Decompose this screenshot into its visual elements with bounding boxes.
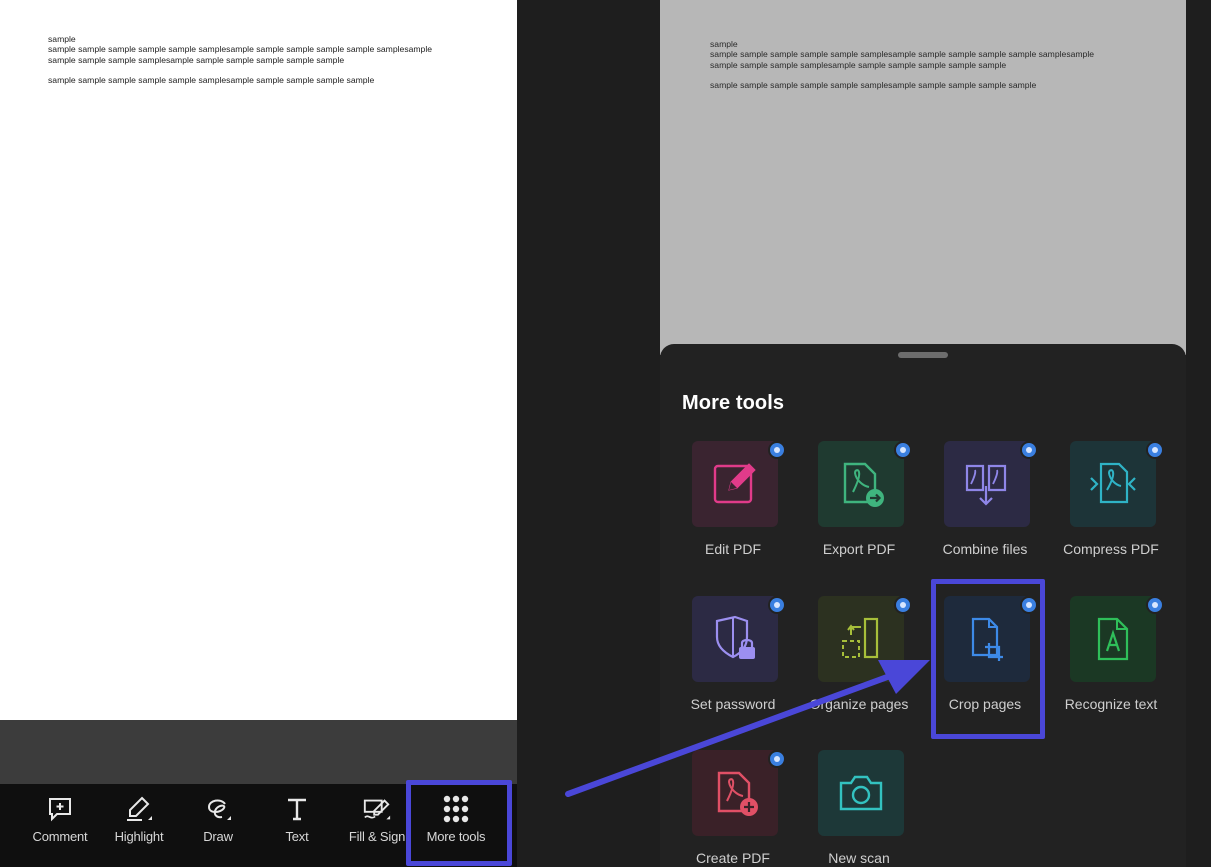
more-tools-highlight	[406, 780, 512, 866]
tool-label: Text	[285, 829, 309, 844]
document-page: sample sample sample sample sample sampl…	[0, 0, 517, 720]
premium-badge	[894, 596, 912, 614]
combine-files-icon	[944, 441, 1030, 527]
comment-tool-button[interactable]: Comment	[20, 784, 100, 867]
document-page-preview: sample sample sample sample sample sampl…	[660, 0, 1186, 355]
premium-badge	[1146, 441, 1164, 459]
page-margin-area	[0, 720, 517, 784]
app-root: sample sample sample sample sample sampl…	[0, 0, 1211, 867]
tool-label: Draw	[203, 829, 233, 844]
left-document-pane: sample sample sample sample sample sampl…	[0, 0, 517, 867]
sheet-drag-handle[interactable]	[898, 352, 948, 358]
export-pdf-icon	[818, 441, 904, 527]
document-line: sample sample sample sample sample sampl…	[48, 75, 375, 86]
tool-name: Compress PDF	[1063, 541, 1159, 557]
highlighter-icon	[124, 794, 154, 824]
premium-badge	[1020, 441, 1038, 459]
document-line: sample	[710, 39, 738, 49]
document-line: sample sample sample sample sample sampl…	[710, 80, 1037, 91]
highlight-tool-button[interactable]: Highlight	[99, 784, 179, 867]
text-tool-button[interactable]: Text	[257, 784, 337, 867]
document-text: sample sample sample sample sample sampl…	[48, 34, 453, 86]
document-line: sample	[48, 34, 76, 44]
organize-pages-icon	[818, 596, 904, 682]
sheet-title: More tools	[682, 392, 785, 414]
set-password-icon	[692, 596, 778, 682]
premium-badge	[768, 596, 786, 614]
tool-label: Fill & Sign	[348, 829, 406, 844]
edit-pdf-icon	[692, 441, 778, 527]
premium-badge	[894, 441, 912, 459]
text-T-icon	[282, 794, 312, 824]
tool-label: Highlight	[114, 829, 164, 844]
tool-name: Recognize text	[1064, 696, 1158, 712]
compress-pdf-icon	[1070, 441, 1156, 527]
draw-loop-icon	[203, 794, 233, 824]
document-line: sample sample sample sample sample sampl…	[710, 49, 1095, 70]
draw-tool-button[interactable]: Draw	[178, 784, 258, 867]
crop-pages-highlight	[931, 579, 1045, 739]
tool-label: Comment	[32, 829, 88, 844]
comment-plus-icon	[45, 794, 75, 824]
more-tools-sheet: More tools Edit PDF Export PDF Combine f…	[660, 344, 1186, 867]
recognize-text-icon	[1070, 596, 1156, 682]
fill-sign-icon	[362, 794, 392, 824]
premium-badge	[768, 750, 786, 768]
fill-sign-tool-button[interactable]: Fill & Sign	[337, 784, 417, 867]
document-line: sample sample sample sample sample sampl…	[48, 44, 433, 65]
document-text: sample sample sample sample sample sampl…	[710, 39, 1120, 91]
camera-icon	[818, 750, 904, 836]
premium-badge	[1146, 596, 1164, 614]
tool-name: New scan	[828, 850, 890, 866]
premium-badge	[768, 441, 786, 459]
create-pdf-icon	[692, 750, 778, 836]
